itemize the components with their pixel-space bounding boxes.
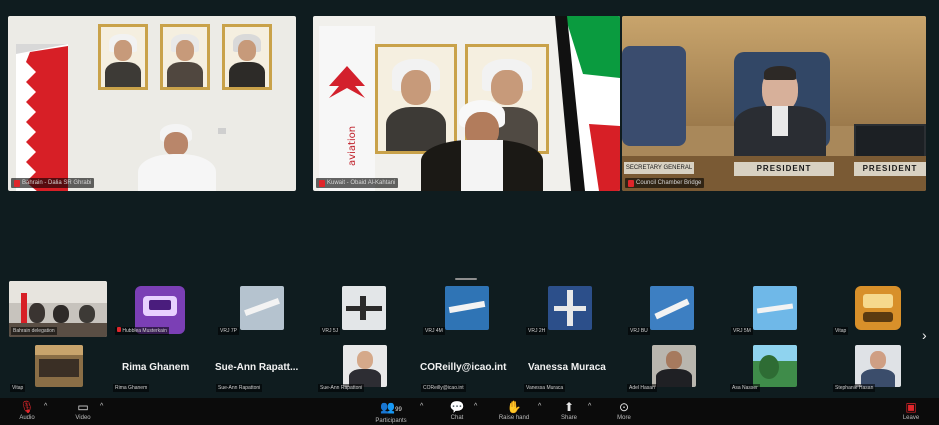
gallery-tile-sue-ann-video[interactable] [343, 345, 387, 387]
tile-name-tag: Stephanie Hasan [833, 384, 876, 392]
share-button[interactable]: ⬆ Share [556, 398, 582, 425]
speaker-president [734, 66, 826, 158]
tile-name-tag: VRJ 5J [320, 327, 341, 335]
nameplate-secretary-general: SECRETARY GENERAL [624, 162, 694, 174]
participant-name-vanessa: Vanessa Muraca [528, 362, 606, 373]
leave-button[interactable]: ▣ Leave [896, 398, 926, 425]
tile-name-tag: Kuwait - Obaid Al-Kahtani [316, 178, 399, 188]
tile-name-tag: VRJ 7P [218, 327, 239, 335]
tile-name-tag: Asa Nasser [730, 384, 760, 392]
participants-icon: 👥 [380, 400, 396, 414]
share-options-caret-icon[interactable]: ^ [588, 403, 591, 410]
video-tile-bahrain[interactable]: Bahrain - Dalia SR Ghrabi [8, 16, 296, 191]
chat-bubble-icon: 💬 [449, 400, 465, 414]
tile-name-tag: Hubblea Musterkain [115, 327, 169, 335]
tile-name-tag: Vanessa Muraca [524, 384, 566, 392]
gallery-tile-adel[interactable] [652, 345, 696, 387]
tile-name-tag: Bahrain - Dalia SR Ghrabi [11, 178, 95, 188]
mic-muted-icon [628, 179, 634, 187]
speaker-bahrain [138, 124, 216, 191]
gallery-tile-chamber-2[interactable] [35, 345, 83, 387]
mic-muted-icon [14, 179, 20, 187]
gallery-tile-vrj-4m[interactable] [445, 286, 489, 330]
gallery-tile-vrj-5j[interactable] [342, 286, 386, 330]
video-tile-council-chamber[interactable]: SECRETARY GENERAL PRESIDENT PRESIDENT Co… [622, 16, 926, 191]
nameplate-president-2: PRESIDENT [854, 162, 926, 176]
speaker-kuwait [421, 100, 543, 191]
nameplate-president: PRESIDENT [734, 162, 834, 176]
gallery-tile-vrj-2h[interactable] [548, 286, 592, 330]
portrait-frame-3 [222, 24, 272, 90]
tile-name-tag: Sue-Ann Rapattoni [216, 384, 263, 392]
tile-name-tag: COReilly@icao.int [421, 384, 466, 392]
mic-muted-icon [319, 179, 325, 187]
gallery-separator [455, 278, 477, 280]
video-button[interactable]: ▭ Video [70, 398, 96, 425]
audio-button[interactable]: 🎙 Audio [14, 398, 40, 425]
raise-hand-button[interactable]: ✋ Raise hand [494, 398, 534, 425]
gallery-tile-asa[interactable] [753, 345, 797, 387]
next-page-arrow-icon[interactable]: › [922, 327, 927, 343]
tile-name-tag: VRJ 5M [731, 327, 753, 335]
hand-icon: ✋ [506, 400, 522, 414]
video-camera-icon: ▭ [77, 400, 89, 414]
more-icon: ⊙ [618, 400, 630, 414]
participant-name-coreilly: COReilly@icao.int [420, 362, 507, 373]
chat-button[interactable]: 💬 Chat [444, 398, 470, 425]
share-screen-icon: ⬆ [563, 400, 575, 414]
bahrain-flag [16, 44, 68, 191]
gallery-tile-vrj-7p[interactable] [240, 286, 284, 330]
more-button[interactable]: ⊙ More [611, 398, 637, 425]
tile-name-tag: Bahrain delegation [11, 327, 57, 335]
video-options-caret-icon[interactable]: ^ [100, 403, 103, 410]
chair-left [622, 46, 686, 146]
chat-options-caret-icon[interactable]: ^ [474, 403, 477, 410]
mic-muted-icon [117, 327, 121, 332]
participants-options-caret-icon[interactable]: ^ [420, 403, 423, 410]
tile-name-tag: VRJ 2H [526, 327, 548, 335]
gallery-tile-bahrain-delegation[interactable]: Bahrain delegation [9, 281, 107, 337]
participant-name-sue-ann: Sue-Ann Rapatt... [215, 362, 299, 373]
meeting-toolbar: 🎙 Audio ^ ▭ Video ^ 👥99 Participants ^ 💬… [0, 398, 939, 425]
video-tile-kuwait[interactable]: aviation Kuwait - Obaid Al-Kahtani [313, 16, 620, 191]
tile-name-tag: Adel Hasan [627, 384, 657, 392]
tile-name-tag: Rima Ghanem [113, 384, 150, 392]
mic-muted-icon: 🎙 [19, 400, 35, 414]
participant-name-rima: Rima Ghanem [122, 362, 190, 373]
tile-name-tag: Council Chamber Bridge [625, 178, 705, 188]
gallery-tile-vrj-bu[interactable] [650, 286, 694, 330]
participants-button[interactable]: 👥99 Participants [366, 398, 416, 425]
portrait-frame-1 [98, 24, 148, 90]
gallery-tile-stephanie[interactable] [855, 345, 901, 387]
wall-light [218, 128, 226, 134]
tile-name-tag: Vitap [833, 327, 849, 335]
meeting-window: Bahrain - Dalia SR Ghrabi aviation Kuwai… [0, 0, 939, 425]
gallery-tile-vitap[interactable] [855, 286, 901, 330]
organization-banner: aviation [319, 26, 375, 191]
svg-text:aviation: aviation [347, 126, 358, 166]
leave-door-icon: ▣ [905, 400, 917, 414]
kuwait-flag [555, 16, 620, 191]
tile-name-tag: Vitap [10, 384, 26, 392]
tile-name-tag: VRJ 4M [423, 327, 445, 335]
tile-name-tag: Sue-Ann Rapattoni [318, 384, 365, 392]
gallery-tile-vrj-5m[interactable] [753, 286, 797, 330]
tile-name-tag: VRJ BU [628, 327, 650, 335]
raise-hand-options-caret-icon[interactable]: ^ [538, 403, 541, 410]
portrait-frame-2 [160, 24, 210, 90]
audio-options-caret-icon[interactable]: ^ [44, 403, 47, 410]
participants-count: 99 [395, 407, 402, 413]
